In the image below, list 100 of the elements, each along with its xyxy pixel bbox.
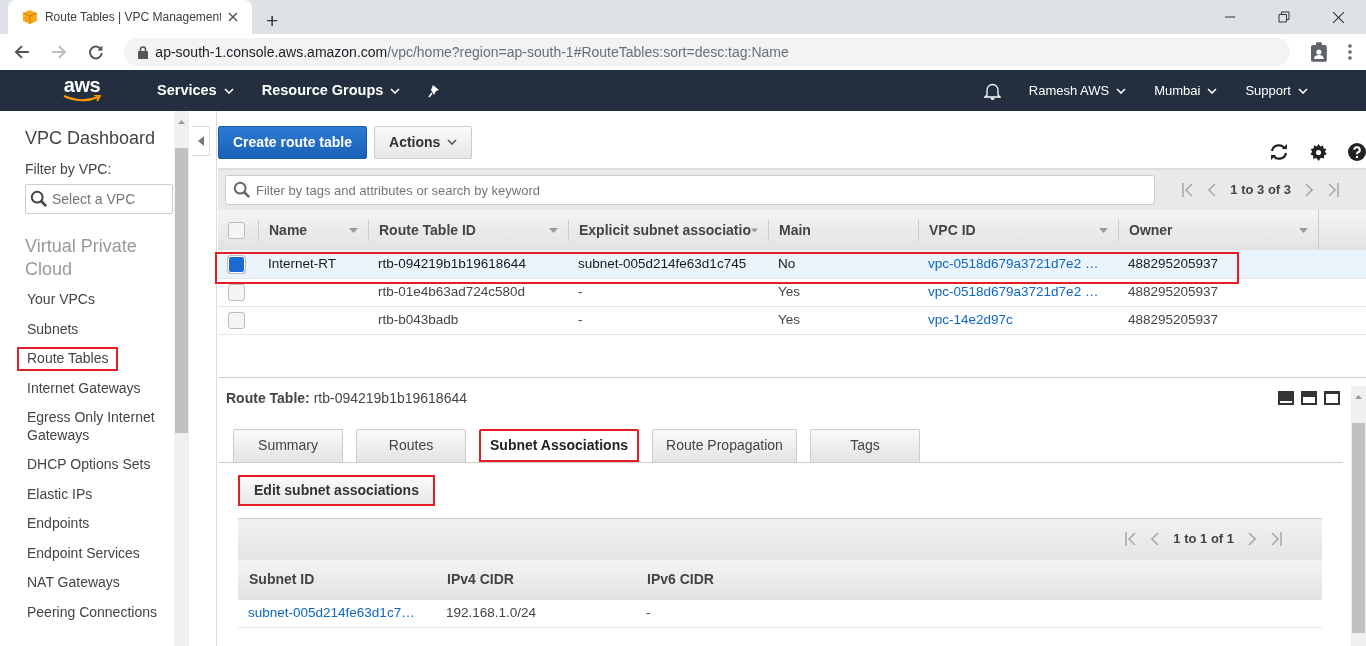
- sidebar-link[interactable]: DHCP Options Sets: [17, 453, 161, 477]
- tab[interactable]: Tags: [810, 428, 920, 462]
- table-cell: -: [578, 283, 583, 299]
- layout-icon[interactable]: [1277, 391, 1294, 405]
- search-field[interactable]: Filter by tags and attributes or search by keyword: [225, 175, 1155, 205]
- close-icon[interactable]: [1332, 10, 1345, 24]
- subnet-page-count: 1 to 1 of 1: [1173, 530, 1234, 549]
- tab[interactable]: Subnet Associations: [479, 428, 639, 462]
- vpc-filter-field[interactable]: Select a VPC: [25, 183, 173, 214]
- table-cell: 488295205937: [1128, 283, 1219, 299]
- url-text: ap-south-1.console.aws.amazon.com/vpc/home?region=ap-south-1#RouteTables:sort=desc:tag:Name: [155, 42, 789, 62]
- table-cell: 192.168.1.0/24: [446, 605, 537, 621]
- reload-icon[interactable]: [87, 44, 104, 60]
- table-cell: subnet-005d214fe63d1c745: [578, 255, 747, 271]
- menu-icon[interactable]: [1348, 44, 1352, 60]
- scrollbar[interactable]: [1351, 385, 1366, 646]
- sidebar-link[interactable]: Route Tables: [17, 347, 119, 371]
- select-all-checkbox[interactable]: [228, 222, 245, 240]
- back-icon[interactable]: [14, 44, 30, 60]
- row-checkbox[interactable]: [228, 311, 245, 329]
- new-tab-button[interactable]: +: [266, 9, 279, 31]
- sort-caret-icon[interactable]: [549, 227, 558, 233]
- sort-caret-icon[interactable]: [1099, 227, 1108, 233]
- table-cell: -: [578, 311, 583, 327]
- previous-page-icon[interactable]: [1208, 182, 1217, 198]
- vpc-link[interactable]: vpc-0518d679a3721d7e2 …: [928, 283, 1099, 299]
- caret-icon: [390, 87, 401, 94]
- sidebar-link[interactable]: NAT Gateways: [17, 571, 130, 595]
- vpc-link[interactable]: vpc-14e2d97c: [928, 311, 1013, 327]
- last-page-icon[interactable]: [1327, 182, 1339, 198]
- table-cell: rtb-01e4b63ad724c580d: [378, 283, 526, 299]
- scrollbar[interactable]: [174, 111, 189, 646]
- page-count: 1 to 3 of 3: [1230, 181, 1291, 200]
- filter-label: Filter by VPC:: [25, 160, 113, 179]
- table-cell: No: [778, 255, 796, 271]
- sort-caret-icon[interactable]: [1298, 227, 1308, 233]
- actions-button[interactable]: Actions: [374, 125, 473, 159]
- forward-icon[interactable]: [50, 44, 67, 60]
- nav-menu[interactable]: Mumbai: [1154, 80, 1218, 101]
- address-bar[interactable]: ap-south-1.console.aws.amazon.com/vpc/home?region=ap-south-1#RouteTables:sort=desc:tag:Name: [124, 38, 1291, 66]
- collapse-icon[interactable]: [197, 136, 204, 146]
- column-header[interactable]: IPv6 CIDR: [646, 569, 714, 590]
- next-page-icon[interactable]: [1305, 182, 1313, 198]
- edit-subnet-associations-button[interactable]: Edit subnet associations: [238, 474, 435, 506]
- sort-caret-icon[interactable]: [349, 227, 358, 233]
- sidebar-link[interactable]: Egress Only Internet Gateways: [17, 406, 174, 448]
- sidebar-link[interactable]: Internet Gateways: [17, 376, 151, 401]
- sort-caret-icon[interactable]: [750, 227, 758, 233]
- restore-icon[interactable]: [1278, 11, 1290, 23]
- lock-icon: [138, 45, 149, 59]
- help-icon[interactable]: [1348, 143, 1366, 161]
- table-cell: Yes: [778, 311, 801, 327]
- sidebar-link[interactable]: Elastic IPs: [17, 482, 103, 507]
- collapse-button[interactable]: [192, 126, 210, 156]
- sidebar-link[interactable]: Subnets: [17, 317, 89, 342]
- tab[interactable]: Summary: [233, 428, 343, 462]
- sidebar-link[interactable]: Endpoint Services: [17, 541, 150, 566]
- table-row[interactable]: rtb-b043badb - Yes vpc-14e2d97c 488295205937: [218, 306, 1366, 334]
- sidebar-link[interactable]: Peering Connections: [17, 600, 167, 625]
- refresh-icon[interactable]: [1269, 143, 1289, 161]
- last-page-icon[interactable]: [1270, 531, 1282, 547]
- nav-menu[interactable]: Support: [1245, 80, 1308, 101]
- create-route-table-button[interactable]: Create route table: [218, 125, 368, 159]
- first-page-icon[interactable]: [1125, 531, 1138, 547]
- first-page-icon[interactable]: [1182, 182, 1195, 198]
- previous-page-icon[interactable]: [1151, 531, 1160, 547]
- table-row[interactable]: rtb-01e4b63ad724c580d - Yes vpc-0518d679a3721d7e2 … 488295205937: [218, 278, 1366, 306]
- search-icon: [233, 181, 251, 199]
- bell-icon[interactable]: [983, 81, 1001, 100]
- layout-icon[interactable]: [1323, 391, 1340, 405]
- layout-icon[interactable]: [1300, 391, 1317, 405]
- column-header[interactable]: Subnet ID: [248, 569, 315, 590]
- caret-icon: [447, 139, 458, 145]
- column-header[interactable]: Owner: [1118, 219, 1173, 241]
- sidebar-title[interactable]: VPC Dashboard: [25, 125, 174, 152]
- nav-menu[interactable]: Resource Groups: [261, 79, 401, 102]
- cube-icon: [22, 9, 38, 25]
- table-row[interactable]: Internet-RT rtb-094219b1b19618644 subnet-005d214fe63d1c745 No vpc-0518d679a3721d7e2 … 488295205937: [218, 250, 1366, 278]
- tab[interactable]: Routes: [356, 428, 466, 462]
- subnet-link[interactable]: subnet-005d214fe63d1c7…: [248, 605, 415, 621]
- nav-menu[interactable]: Services: [157, 79, 234, 102]
- aws-logo[interactable]: aws: [60, 78, 104, 103]
- column-header[interactable]: Main: [768, 219, 811, 241]
- next-page-icon[interactable]: [1248, 531, 1256, 547]
- settings-icon[interactable]: [1310, 143, 1327, 161]
- sidebar-link[interactable]: Your VPCs: [17, 288, 105, 312]
- column-header[interactable]: IPv4 CIDR: [446, 569, 514, 590]
- caret-icon: [223, 87, 234, 94]
- table-cell: rtb-b043badb: [378, 311, 459, 327]
- profile-icon[interactable]: [1311, 42, 1328, 62]
- caret-icon: [1207, 87, 1218, 94]
- tab[interactable]: Route Propagation: [652, 428, 797, 462]
- table-cell: Internet-RT: [268, 255, 337, 271]
- nav-menu[interactable]: Ramesh AWS: [1028, 80, 1127, 101]
- column-header[interactable]: VPC ID: [918, 219, 976, 241]
- sidebar-link[interactable]: Endpoints: [17, 512, 100, 536]
- search-icon: [30, 189, 48, 208]
- detail-title: Route Table: rtb-094219b1b19618644: [226, 388, 467, 408]
- close-icon[interactable]: [228, 12, 238, 22]
- table-cell: Yes: [778, 283, 801, 299]
